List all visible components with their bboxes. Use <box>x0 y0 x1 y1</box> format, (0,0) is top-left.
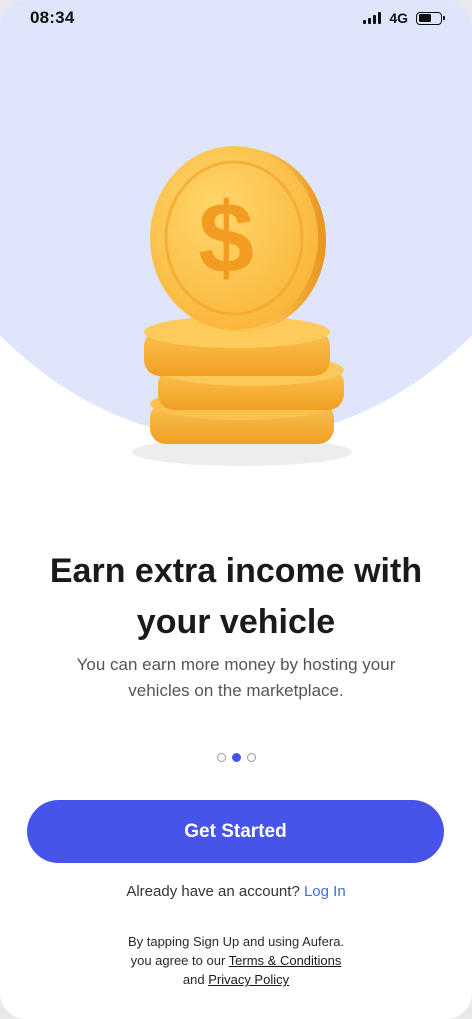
page-dot-1[interactable] <box>216 753 226 762</box>
status-bar: 08:34 4G <box>0 0 472 36</box>
cellular-signal-icon <box>363 12 382 24</box>
subtitle-line-1: You can earn more money by hosting your <box>76 655 396 674</box>
legal-line-1: By tapping Sign Up and using Aufera. <box>127 934 345 949</box>
get-started-button[interactable]: Get Started <box>27 800 444 863</box>
battery-icon <box>416 11 445 25</box>
page-dot-3[interactable] <box>246 753 256 762</box>
status-indicators: 4G <box>363 10 445 26</box>
legal-prefix-text: you agree to our <box>130 953 226 968</box>
battery-level <box>418 14 432 22</box>
log-in-link[interactable]: Log In <box>304 883 346 900</box>
page-dot-2[interactable] <box>231 753 241 762</box>
coin-stack-illustration: $ <box>132 146 352 466</box>
terms-link[interactable]: Terms & Conditions <box>229 953 342 968</box>
page-indicator <box>0 753 472 762</box>
subtitle-line-2: vehicles on the marketplace. <box>128 681 344 700</box>
legal-line-3: and Privacy Policy <box>0 970 472 989</box>
login-prompt-text: Already have an account? <box>126 883 300 900</box>
onboarding-headline: Earn extra income with your vehicle <box>0 546 472 648</box>
legal-and-text: and <box>182 972 205 987</box>
headline-line-1: Earn extra income with <box>49 552 423 590</box>
headline-line-2: your vehicle <box>136 603 336 641</box>
coin-standing: $ <box>150 146 326 332</box>
privacy-policy-link[interactable]: Privacy Policy <box>208 972 289 987</box>
legal-line-2: you agree to our Terms & Conditions <box>0 951 472 970</box>
status-time: 08:34 <box>30 8 75 27</box>
network-type: 4G <box>389 10 408 26</box>
onboarding-screen: 08:34 4G $ Earn extra income with your v… <box>0 0 472 1019</box>
dollar-icon: $ <box>198 182 254 294</box>
legal-notice: By tapping Sign Up and using Aufera. you… <box>0 932 472 989</box>
login-prompt: Already have an account? Log In <box>0 883 472 900</box>
onboarding-subtitle: You can earn more money by hosting your … <box>40 652 432 704</box>
